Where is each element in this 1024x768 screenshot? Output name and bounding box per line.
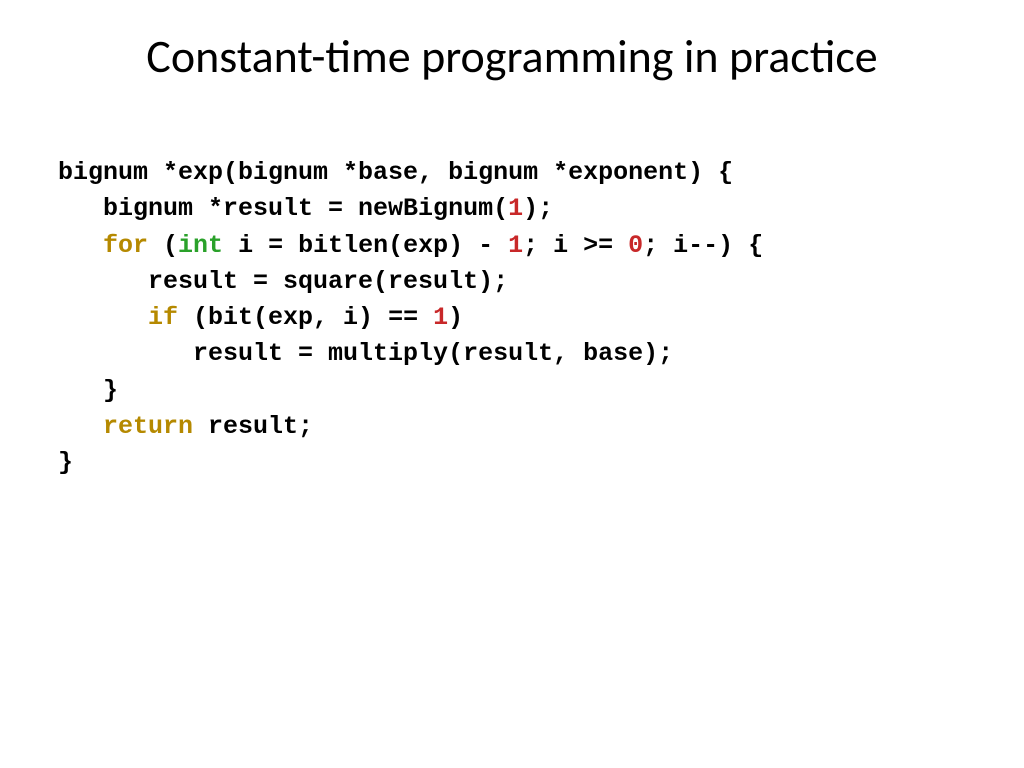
code-block: bignum *exp(bignum *base, bignum *expone… xyxy=(50,155,974,481)
code-literal-1c: 1 xyxy=(433,303,448,332)
code-keyword-if: if xyxy=(148,303,178,332)
code-line-2a: bignum *result = newBignum( xyxy=(58,194,508,223)
code-line-7: } xyxy=(58,376,118,405)
code-line-3b: ( xyxy=(148,231,178,260)
code-line-5a xyxy=(58,303,148,332)
code-literal-1b: 1 xyxy=(508,231,523,260)
code-line-1: bignum *exp(bignum *base, bignum *expone… xyxy=(58,158,733,187)
slide: Constant-time programming in practice bi… xyxy=(0,0,1024,768)
code-line-6: result = multiply(result, base); xyxy=(58,339,673,368)
code-literal-1: 1 xyxy=(508,194,523,223)
code-line-8b: result; xyxy=(193,412,313,441)
code-literal-0: 0 xyxy=(628,231,643,260)
slide-title: Constant-time programming in practice xyxy=(50,30,974,85)
code-line-2c: ); xyxy=(523,194,553,223)
code-keyword-for: for xyxy=(103,231,148,260)
code-line-9: } xyxy=(58,448,73,477)
code-line-3a xyxy=(58,231,103,260)
code-line-4: result = square(result); xyxy=(58,267,508,296)
code-keyword-int: int xyxy=(178,231,223,260)
code-line-3e: ; i >= xyxy=(523,231,628,260)
code-line-5d: ) xyxy=(448,303,463,332)
code-line-5b: (bit(exp, i) == xyxy=(178,303,433,332)
code-line-8a xyxy=(58,412,103,441)
code-line-3c: i = bitlen(exp) - xyxy=(223,231,508,260)
code-line-3g: ; i--) { xyxy=(643,231,763,260)
code-keyword-return: return xyxy=(103,412,193,441)
